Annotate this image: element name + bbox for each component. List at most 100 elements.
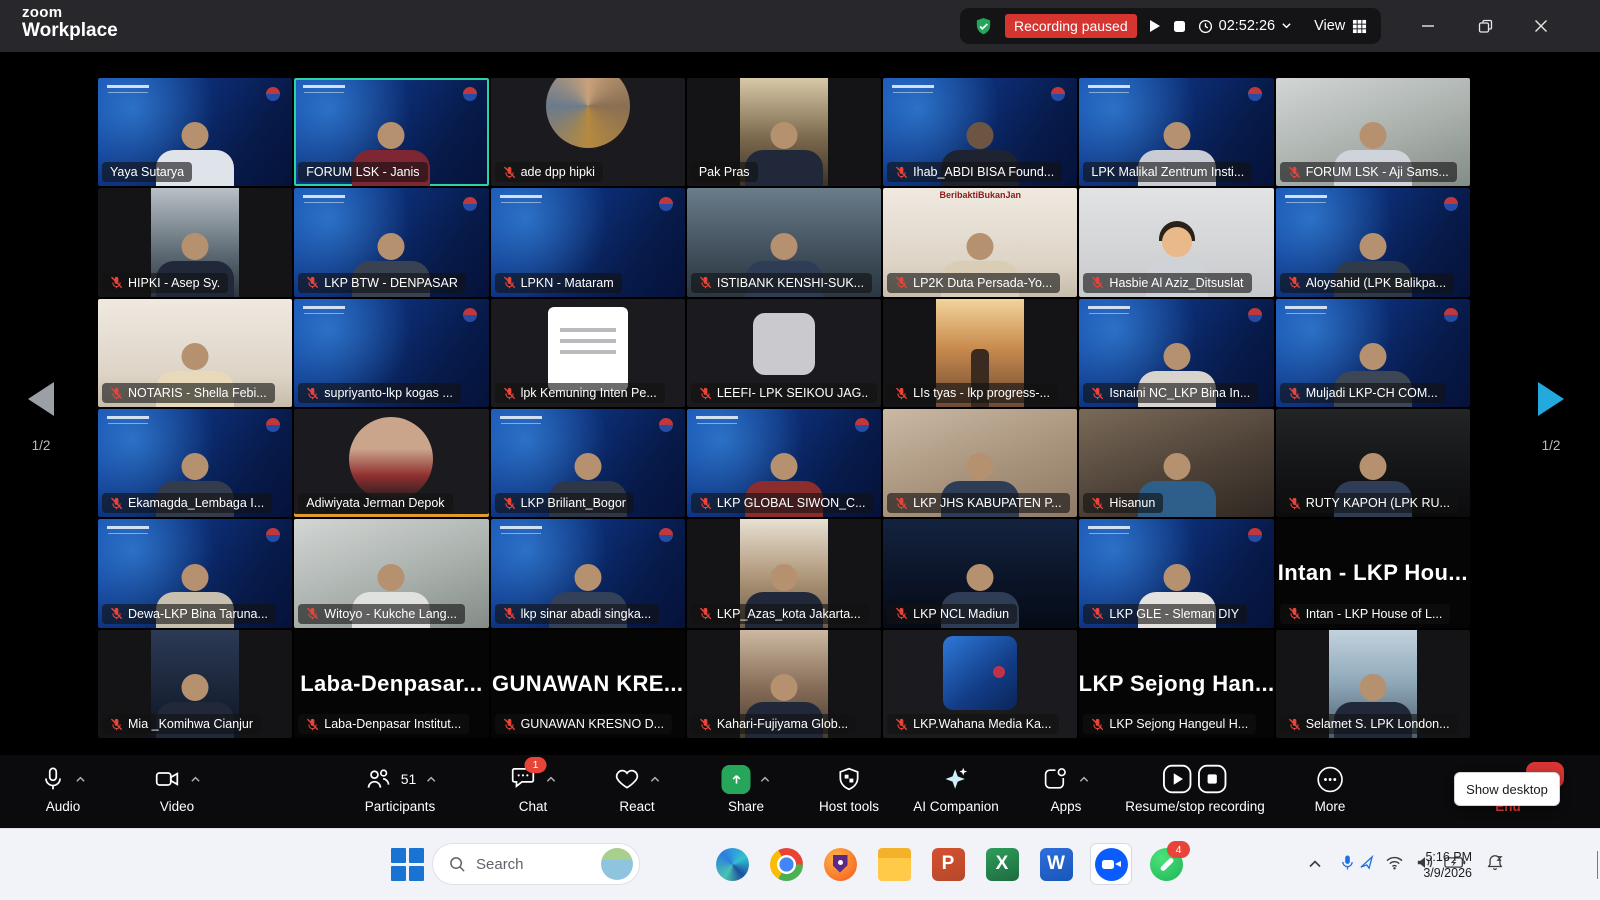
apps-button[interactable]: Apps [1043,762,1090,814]
restore-button[interactable] [1457,0,1513,52]
participant-tile[interactable]: LKP GLOBAL SIWON_C... [687,409,881,517]
participant-tile[interactable]: Hisanun [1079,409,1273,517]
participant-tile[interactable]: LKP NCL Madiun [883,519,1077,627]
participant-tile[interactable]: HIPKI - Asep Sy. [98,188,292,296]
powerpoint-taskbar-icon[interactable]: P [928,844,968,884]
more-button[interactable]: More [1315,762,1346,814]
participants-button[interactable]: 51 Participants [364,762,437,814]
notification-bell-icon[interactable] [1486,854,1504,877]
participant-tile[interactable]: Pak Pras [687,78,881,186]
chat-options-chevron-icon[interactable] [546,775,557,783]
participant-tile[interactable]: Intan - LKP Hou...Intan - LKP House of L… [1276,519,1470,627]
participant-tile[interactable]: ISTIBANK KENSHI-SUK... [687,188,881,296]
stop-recording-button-icon[interactable] [1197,764,1227,794]
participant-tile[interactable]: Ihab_ABDI BISA Found... [883,78,1077,186]
resume-recording-button-icon[interactable] [1162,764,1192,794]
participant-tile[interactable]: FORUM LSK - Aji Sams... [1276,78,1470,186]
participant-tile[interactable]: Witoyo - Kukche Lang... [294,519,488,627]
participant-name: LEEFI- LPK SEIKOU JAG... [717,386,869,400]
participant-tile[interactable]: Yaya Sutarya [98,78,292,186]
view-button[interactable]: View [1314,18,1367,34]
video-button[interactable]: Video [153,762,201,814]
chrome-taskbar-icon[interactable] [766,844,806,884]
participant-tile[interactable]: LKP BTW - DENPASAR [294,188,488,296]
participant-tile[interactable]: RUTY KAPOH (LPK RU... [1276,409,1470,517]
next-page-arrow-icon[interactable] [1538,382,1564,416]
taskbar-clock[interactable]: 5:16 PM 3/9/2026 [1423,849,1472,882]
participant-name: Pak Pras [699,165,750,179]
participant-tile[interactable]: BeribaktiBukanJanLP2K Duta Persada-Yo... [883,188,1077,296]
participant-name: ade dpp hipki [521,165,595,179]
previous-page-arrow-icon[interactable] [28,382,54,416]
participant-tile[interactable]: LKP JHS KABUPATEN P... [883,409,1077,517]
ai-companion-button[interactable]: AI Companion [913,762,999,814]
participant-tile[interactable]: lpk Kemuning Inten Pe... [491,299,685,407]
tray-microphone-icon[interactable] [1341,855,1354,876]
next-page-control[interactable]: 1/2 [1516,382,1586,453]
react-options-chevron-icon[interactable] [650,775,661,783]
participant-tile[interactable]: LPK Malikal Zentrum Insti... [1079,78,1273,186]
whatsapp-taskbar-icon[interactable]: 4 [1146,844,1186,884]
apps-options-chevron-icon[interactable] [1079,775,1090,783]
participant-tile[interactable]: Mia _Komihwa Cianjur [98,630,292,738]
search-highlight-image[interactable] [601,848,633,880]
share-button[interactable]: Share [722,762,771,814]
chat-button[interactable]: 1 Chat [510,762,557,814]
excel-taskbar-icon[interactable]: X [982,844,1022,884]
zoom-taskbar-icon[interactable] [1090,843,1132,885]
participant-tile[interactable]: Aloysahid (LPK Balikpa... [1276,188,1470,296]
chat-label: Chat [519,799,548,814]
share-options-chevron-icon[interactable] [760,775,771,783]
host-tools-label: Host tools [819,799,879,814]
taskbar-search-box[interactable]: Search [432,843,640,885]
host-tools-button[interactable]: Host tools [819,762,879,814]
edge-taskbar-icon[interactable] [712,844,752,884]
participant-tile[interactable]: LEEFI- LPK SEIKOU JAG... [687,299,881,407]
participant-tile[interactable]: LIs tyas - lkp progress-... [883,299,1077,407]
participant-tile[interactable]: Muljadi LKP-CH COM... [1276,299,1470,407]
participant-tile[interactable]: LKP Briliant_Bogor [491,409,685,517]
shield-logo [824,848,857,881]
word-taskbar-icon[interactable]: W [1036,844,1076,884]
resume-recording-icon[interactable] [1149,19,1161,33]
search-placeholder: Search [476,856,591,873]
participant-tile[interactable]: Hasbie Al Aziz_Ditsuslat [1079,188,1273,296]
meeting-timer[interactable]: 02:52:26 [1198,18,1292,34]
participant-tile[interactable]: Kahari-Fujiyama Glob... [687,630,881,738]
participant-tile[interactable]: Adiwiyata Jerman Depok [294,409,488,517]
audio-button[interactable]: Audio [40,762,86,814]
folder-taskbar-icon[interactable] [874,844,914,884]
participant-tile[interactable]: Selamet S. LPK London... [1276,630,1470,738]
participant-tile[interactable]: Dewa-LKP Bina Taruna... [98,519,292,627]
participant-tile[interactable]: ade dpp hipki [491,78,685,186]
previous-page-control[interactable]: 1/2 [6,382,76,453]
participant-tile[interactable]: LKP.Wahana Media Ka... [883,630,1077,738]
participant-tile[interactable]: Ekamagda_Lembaga I... [98,409,292,517]
shield-taskbar-icon[interactable] [820,844,860,884]
stop-recording-icon[interactable] [1173,20,1186,33]
start-button[interactable] [390,847,424,881]
video-options-chevron-icon[interactable] [190,775,201,783]
minimize-button[interactable] [1400,0,1456,52]
participants-options-chevron-icon[interactable] [425,775,436,783]
react-button[interactable]: React [614,762,661,814]
participant-tile[interactable]: LPKN - Mataram [491,188,685,296]
participant-tile[interactable]: Laba-Denpasar...Laba-Denpasar Institut..… [294,630,488,738]
participant-tile[interactable]: lkp sinar abadi singka... [491,519,685,627]
tray-location-icon[interactable] [1359,855,1374,875]
close-button[interactable] [1513,0,1569,52]
show-desktop-edge[interactable] [1597,851,1598,879]
participant-tile[interactable]: supriyanto-lkp kogas ... [294,299,488,407]
tray-date: 3/9/2026 [1423,865,1472,881]
audio-options-chevron-icon[interactable] [75,775,86,783]
participant-tile[interactable]: GUNAWAN KRE...GUNAWAN KRESNO D... [491,630,685,738]
participant-tile[interactable]: LKP GLE - Sleman DIY [1079,519,1273,627]
participant-tile[interactable]: Isnaini NC_LKP Bina In... [1079,299,1273,407]
resume-stop-recording-button[interactable]: Resume/stop recording [1125,762,1265,814]
wifi-icon[interactable] [1385,855,1404,875]
participant-tile[interactable]: NOTARIS - Shella Febi... [98,299,292,407]
tray-overflow-chevron-icon[interactable] [1308,856,1322,874]
participant-tile[interactable]: LKP_Azas_kota Jakarta... [687,519,881,627]
participant-tile[interactable]: FORUM LSK - Janis [294,78,488,186]
participant-tile[interactable]: LKP Sejong Han...LKP Sejong Hangeul H... [1079,630,1273,738]
